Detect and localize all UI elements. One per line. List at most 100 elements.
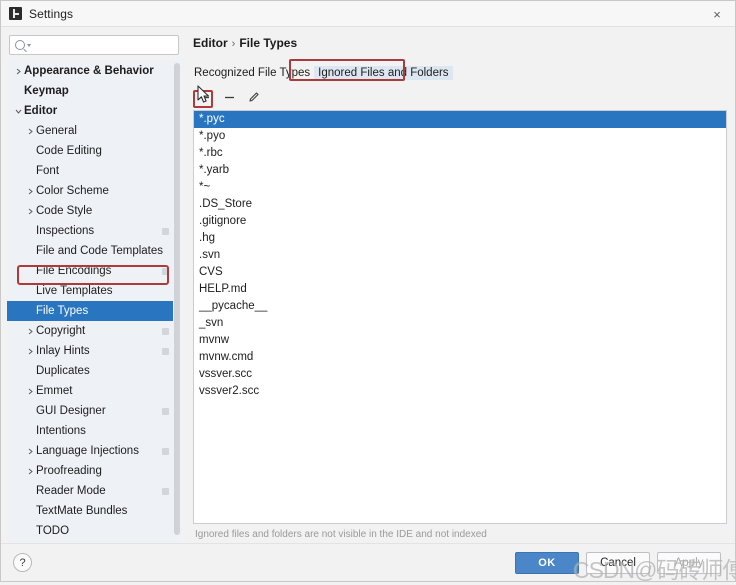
sidebar-item-file-types[interactable]: File Types — [7, 301, 173, 321]
sidebar-scrollbar-thumb[interactable] — [174, 63, 180, 535]
sidebar-item-label: File Encodings — [36, 265, 112, 277]
settings-tree[interactable]: Appearance & Behavior Keymap Editor General… — [7, 61, 173, 543]
breadcrumb: Editor › File Types — [193, 36, 727, 50]
edit-button[interactable] — [245, 89, 263, 105]
list-hint-text: Ignored files and folders are not visibl… — [195, 529, 487, 540]
footer-buttons: OK Cancel Apply — [515, 551, 721, 574]
sidebar-item-proofreading[interactable]: Proofreading — [7, 461, 173, 481]
list-item[interactable]: *~ — [194, 179, 726, 196]
non-default-marker-icon — [162, 267, 169, 275]
ignored-files-list[interactable]: *.pyc *.pyo *.rbc *.yarb *~ .DS_Store .gitigno… — [193, 110, 727, 524]
apply-button[interactable]: Apply — [657, 551, 721, 574]
sidebar-item-editor[interactable]: Editor — [7, 101, 173, 121]
sidebar-item-label: Inlay Hints — [36, 345, 90, 357]
list-item[interactable]: .gitignore — [194, 213, 726, 230]
list-item[interactable]: vssver2.scc — [194, 383, 726, 400]
tab-bar: Recognized File Types Ignored Files and F… — [193, 59, 727, 81]
sidebar-item-reader-mode[interactable]: Reader Mode — [7, 481, 173, 501]
window-title: Settings — [29, 6, 74, 21]
chevron-right-icon[interactable] — [25, 448, 36, 455]
breadcrumb-parent[interactable]: Editor — [193, 36, 228, 50]
sidebar-item-gui-designer[interactable]: GUI Designer — [7, 401, 173, 421]
non-default-marker-icon — [162, 327, 169, 335]
search-icon — [15, 40, 25, 50]
list-item[interactable]: __pycache__ — [194, 298, 726, 315]
search-input[interactable] — [35, 38, 173, 52]
list-item[interactable]: HELP.md — [194, 281, 726, 298]
list-item[interactable]: *.pyo — [194, 128, 726, 145]
sidebar-item-inspections[interactable]: Inspections — [7, 221, 173, 241]
non-default-marker-icon — [162, 347, 169, 355]
sidebar-item-label: Code Style — [36, 205, 93, 217]
dialog-footer: ? OK Cancel Apply — [1, 543, 735, 581]
sidebar-item-color-scheme[interactable]: Color Scheme — [7, 181, 173, 201]
sidebar-item-file-encodings[interactable]: File Encodings — [7, 261, 173, 281]
chevron-right-icon[interactable] — [25, 468, 36, 475]
sidebar-item-code-style[interactable]: Code Style — [7, 201, 173, 221]
add-button[interactable] — [193, 89, 213, 108]
sidebar-item-label: Proofreading — [36, 465, 102, 477]
sidebar-item-intentions[interactable]: Intentions — [7, 421, 173, 441]
non-default-marker-icon — [162, 407, 169, 415]
settings-dialog: Settings × Appearance & Behavior Keymap Ed… — [0, 0, 736, 583]
list-item[interactable]: _svn — [194, 315, 726, 332]
cancel-button[interactable]: Cancel — [586, 551, 650, 574]
list-item[interactable]: mvnw — [194, 332, 726, 349]
sidebar-item-code-editing[interactable]: Code Editing — [7, 141, 173, 161]
dialog-body: Appearance & Behavior Keymap Editor General… — [1, 27, 735, 543]
sidebar-item-emmet[interactable]: Emmet — [7, 381, 173, 401]
sidebar-item-file-and-code-templates[interactable]: File and Code Templates — [7, 241, 173, 261]
chevron-right-icon[interactable] — [25, 388, 36, 395]
sidebar-item-general[interactable]: General — [7, 121, 173, 141]
list-item[interactable]: vssver.scc — [194, 366, 726, 383]
sidebar-item-live-templates[interactable]: Live Templates — [7, 281, 173, 301]
settings-tree-wrap: Appearance & Behavior Keymap Editor General… — [7, 61, 181, 543]
close-icon[interactable]: × — [707, 4, 727, 24]
sidebar-item-label: File and Code Templates — [36, 245, 163, 257]
sidebar-item-duplicates[interactable]: Duplicates — [7, 361, 173, 381]
sidebar-item-label: Code Editing — [36, 145, 102, 157]
sidebar-scrollbar[interactable] — [173, 61, 181, 543]
list-item[interactable]: *.rbc — [194, 145, 726, 162]
sidebar-item-todo[interactable]: TODO — [7, 521, 173, 541]
sidebar-item-language-injections[interactable]: Language Injections — [7, 441, 173, 461]
list-item[interactable]: .hg — [194, 230, 726, 247]
list-item[interactable]: .svn — [194, 247, 726, 264]
chevron-right-icon[interactable] — [13, 68, 24, 75]
remove-button[interactable] — [220, 89, 238, 105]
chevron-right-icon[interactable] — [25, 128, 36, 135]
chevron-down-icon[interactable] — [13, 108, 24, 115]
chevron-down-icon[interactable] — [27, 43, 31, 47]
list-item[interactable]: mvnw.cmd — [194, 349, 726, 366]
sidebar-item-appearance-behavior[interactable]: Appearance & Behavior — [7, 61, 173, 81]
chevron-right-icon[interactable] — [25, 348, 36, 355]
list-toolbar — [193, 86, 727, 108]
chevron-right-icon[interactable] — [25, 188, 36, 195]
sidebar-item-label: File Types — [36, 305, 89, 317]
sidebar-item-keymap[interactable]: Keymap — [7, 81, 173, 101]
breadcrumb-separator: › — [231, 38, 236, 50]
ok-button[interactable]: OK — [515, 551, 579, 574]
title-bar: Settings × — [1, 1, 735, 27]
list-item[interactable]: *.pyc — [194, 111, 726, 128]
search-box[interactable] — [9, 35, 179, 55]
chevron-right-icon[interactable] — [25, 328, 36, 335]
sidebar-item-label: Emmet — [36, 385, 73, 397]
sidebar-item-label: Keymap — [24, 85, 69, 97]
tab-ignored-files-and-folders[interactable]: Ignored Files and Folders — [314, 66, 453, 80]
list-item[interactable]: .DS_Store — [194, 196, 726, 213]
help-button[interactable]: ? — [13, 553, 32, 572]
sidebar-item-label: Inspections — [36, 225, 95, 237]
non-default-marker-icon — [162, 227, 169, 235]
sidebar-item-font[interactable]: Font — [7, 161, 173, 181]
sidebar-pane: Appearance & Behavior Keymap Editor General… — [7, 33, 181, 543]
sidebar-item-label: Color Scheme — [36, 185, 109, 197]
tab-recognized-file-types[interactable]: Recognized File Types — [193, 66, 314, 80]
chevron-right-icon[interactable] — [25, 208, 36, 215]
non-default-marker-icon — [162, 487, 169, 495]
list-item[interactable]: CVS — [194, 264, 726, 281]
list-item[interactable]: *.yarb — [194, 162, 726, 179]
sidebar-item-inlay-hints[interactable]: Inlay Hints — [7, 341, 173, 361]
sidebar-item-textmate-bundles[interactable]: TextMate Bundles — [7, 501, 173, 521]
sidebar-item-copyright[interactable]: Copyright — [7, 321, 173, 341]
